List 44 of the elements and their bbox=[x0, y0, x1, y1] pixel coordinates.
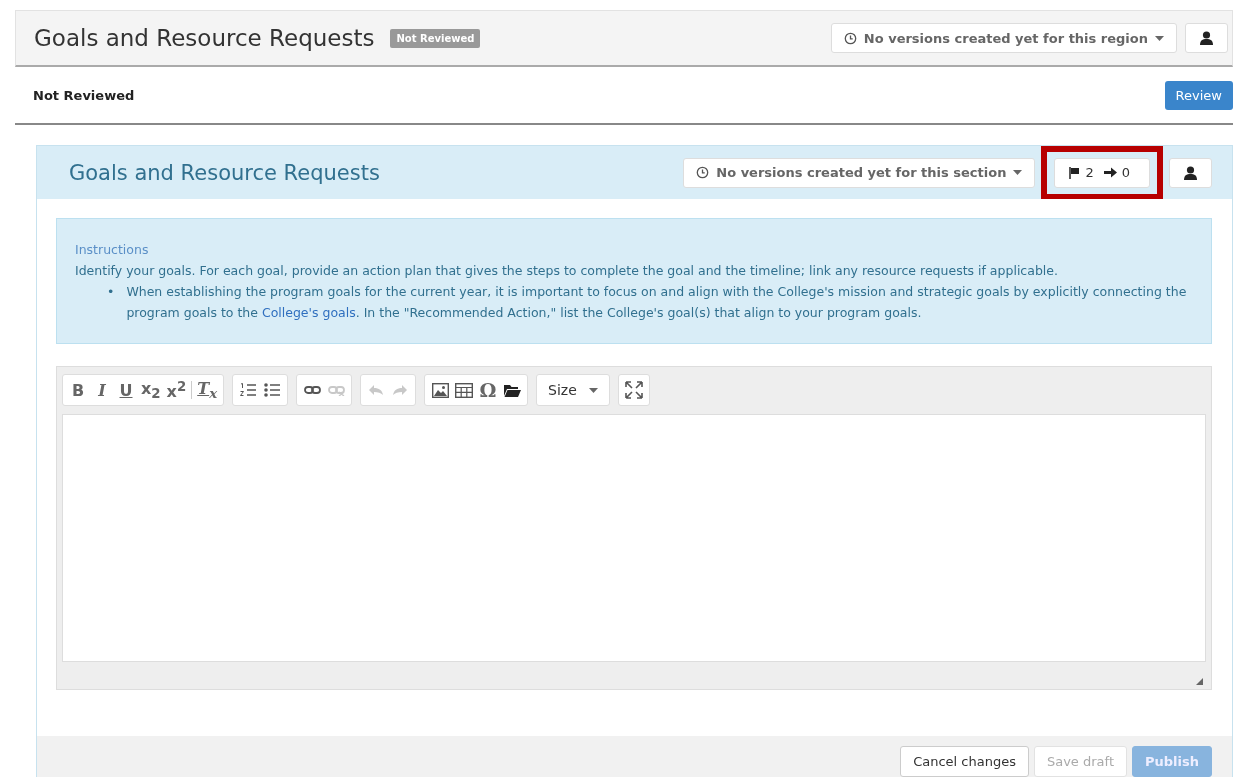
arrow-right-icon bbox=[1103, 167, 1117, 178]
caret-icon bbox=[588, 387, 598, 393]
bullet-mark: • bbox=[107, 283, 115, 301]
versions-dropdown[interactable]: No versions created yet for this region bbox=[830, 23, 1177, 53]
flag-icon bbox=[1069, 166, 1081, 179]
italic-button[interactable]: I bbox=[90, 376, 114, 404]
versions-dropdown[interactable]: No versions created yet for this section bbox=[683, 157, 1036, 188]
instructions-text: Identify your goals. For each goal, provide an action plan that gives the steps to complete the goal and the timeline; link any resource requests if applicable. bbox=[75, 262, 1059, 280]
caret-icon bbox=[1155, 35, 1164, 41]
superscript-button[interactable]: x$^{2}$ bbox=[163, 376, 190, 404]
user-button[interactable] bbox=[1169, 157, 1212, 188]
clock-icon bbox=[843, 31, 857, 45]
special-character-button[interactable]: Ω bbox=[476, 376, 501, 404]
caret-icon bbox=[1013, 170, 1023, 175]
bold-button[interactable]: B bbox=[66, 376, 90, 404]
image-icon bbox=[431, 382, 449, 398]
size-dropdown[interactable]: Size bbox=[540, 376, 606, 404]
link-icon bbox=[303, 384, 321, 396]
instructions-bullet: When establishing the program goals for the current year, it is important to focus on and align with the College's mission and strategic goals by explicitly connecting the program goals to the College's goals. In the "Recommended Action," list the College's goal(s) that align to your program goals. bbox=[126, 283, 1188, 322]
clock-icon bbox=[696, 166, 710, 179]
maximize-icon bbox=[624, 381, 643, 399]
review-status: Not Reviewed bbox=[33, 87, 135, 103]
comments-button[interactable]: 2 0 bbox=[1054, 157, 1150, 188]
bulleted-list-icon bbox=[264, 383, 281, 397]
clear-format-button[interactable]: T$_{x}$ bbox=[194, 376, 221, 404]
undo-icon bbox=[368, 384, 385, 396]
user-button[interactable] bbox=[1185, 23, 1228, 53]
subscript-button[interactable]: x$_{2}$ bbox=[138, 376, 164, 404]
page-title: Goals and Resource Requests bbox=[34, 25, 375, 51]
college-goals-link[interactable]: College's goals bbox=[261, 305, 356, 320]
folder-icon bbox=[503, 383, 521, 397]
review-button[interactable]: Review bbox=[1164, 80, 1233, 110]
numbered-list-icon bbox=[240, 383, 257, 397]
section-title: Goals and Resource Requests bbox=[69, 160, 380, 185]
footer-button[interactable]: Cancel changes bbox=[900, 745, 1029, 777]
user-icon bbox=[1184, 165, 1197, 180]
resize-handle-icon[interactable] bbox=[1196, 678, 1203, 685]
table-icon bbox=[455, 382, 474, 398]
instructions-heading: Instructions bbox=[75, 241, 150, 259]
status-badge: Not Reviewed bbox=[390, 28, 481, 48]
unlink-icon bbox=[327, 384, 345, 396]
redo-icon bbox=[392, 384, 409, 396]
underline-button[interactable]: U bbox=[114, 376, 138, 404]
user-icon bbox=[1200, 31, 1213, 45]
